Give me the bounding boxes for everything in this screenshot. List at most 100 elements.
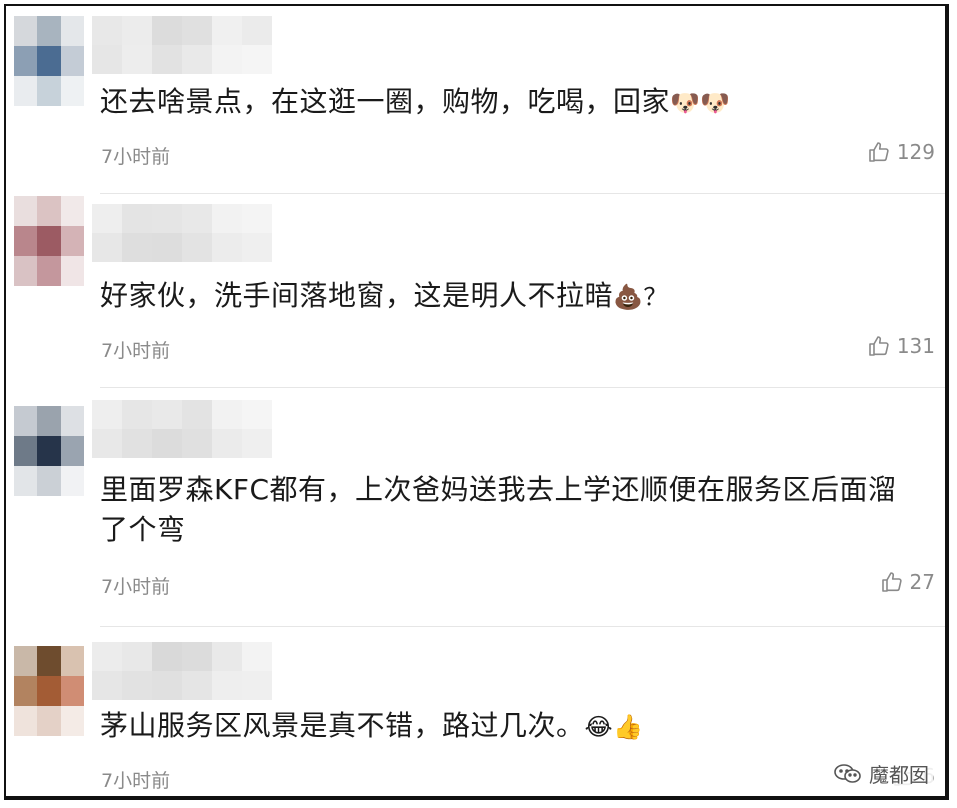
like-count: 129 (896, 140, 935, 164)
username-pixel (242, 16, 272, 45)
username-pixel (122, 400, 152, 429)
avatar-pixel (37, 16, 61, 46)
avatar-pixel (14, 46, 38, 76)
username-pixel (152, 233, 182, 262)
username-pixel (242, 400, 272, 429)
username-pixel (212, 233, 242, 262)
username-pixel (92, 400, 122, 429)
username-pixel (92, 204, 122, 233)
avatar-pixel (37, 46, 61, 76)
avatar-pixel (60, 46, 84, 76)
avatar[interactable] (14, 406, 84, 496)
username-pixel (152, 671, 182, 700)
emoji-laugh-thumbs-icon: 😂👍 (584, 713, 644, 741)
emoji-poop-icon: 💩？ (613, 283, 668, 311)
username-blurred[interactable] (92, 16, 272, 74)
username-pixel (92, 429, 122, 458)
thumbs-up-icon (881, 572, 902, 592)
username-blurred[interactable] (92, 642, 272, 700)
avatar-pixel (14, 436, 38, 466)
comment-text: 好家伙，洗手间落地窗，这是明人不拉暗💩？ (100, 276, 925, 317)
username-pixel (92, 16, 122, 45)
wechat-icon (834, 763, 861, 783)
avatar-pixel (14, 466, 38, 496)
username-pixel (212, 429, 242, 458)
like-button[interactable]: 131 (867, 334, 935, 358)
username-pixel (122, 642, 152, 671)
avatar-pixel (37, 256, 61, 286)
username-pixel (182, 45, 212, 74)
avatar-pixel (37, 226, 61, 256)
avatar[interactable] (14, 16, 84, 106)
username-pixel (242, 233, 272, 262)
emoji-doge-icon: 🐶🐶 (670, 89, 731, 117)
comment-text-body: 好家伙，洗手间落地窗，这是明人不拉暗 (100, 279, 614, 312)
username-pixel (92, 671, 122, 700)
comment-timestamp: 7小时前 (101, 340, 171, 362)
avatar-pixel (37, 646, 61, 676)
avatar-pixel (60, 466, 84, 496)
avatar-pixel (37, 76, 61, 106)
avatar[interactable] (14, 646, 84, 736)
avatar-pixel (60, 76, 84, 106)
username-pixel (182, 233, 212, 262)
avatar-pixel (14, 706, 38, 736)
watermark-text: 魔都囡 (869, 763, 929, 787)
username-pixel (182, 204, 212, 233)
username-pixel (122, 429, 152, 458)
comment-text-body: 还去啥景点，在这逛一圈，购物，吃喝，回家 (100, 85, 671, 118)
comment-text: 茅山服务区风景是真不错，路过几次。😂👍 (100, 706, 925, 747)
avatar-pixel (37, 196, 61, 226)
username-pixel (152, 429, 182, 458)
username-pixel (92, 642, 122, 671)
avatar-pixel (60, 676, 84, 706)
username-pixel (182, 642, 212, 671)
username-pixel (182, 16, 212, 45)
avatar-pixel (37, 706, 61, 736)
comment-text: 还去啥景点，在这逛一圈，购物，吃喝，回家🐶🐶 (100, 82, 925, 123)
avatar-pixel (14, 16, 38, 46)
avatar-pixel (60, 256, 84, 286)
username-pixel (242, 204, 272, 233)
divider (100, 193, 945, 194)
avatar-pixel (60, 406, 84, 436)
username-pixel (212, 400, 242, 429)
username-pixel (152, 16, 182, 45)
divider (100, 387, 945, 388)
divider (100, 626, 945, 627)
comment-timestamp: 7小时前 (101, 576, 171, 598)
username-pixel (212, 671, 242, 700)
avatar-pixel (14, 406, 38, 436)
avatar-pixel (14, 676, 38, 706)
avatar-pixel (14, 226, 38, 256)
username-pixel (242, 429, 272, 458)
avatar-pixel (14, 196, 38, 226)
avatar-pixel (37, 436, 61, 466)
avatar-pixel (14, 76, 38, 106)
username-pixel (212, 204, 242, 233)
comment-timestamp: 7小时前 (101, 770, 171, 792)
avatar-pixel (60, 196, 84, 226)
like-button[interactable]: 129 (867, 140, 935, 164)
username-pixel (242, 671, 272, 700)
avatar-pixel (60, 16, 84, 46)
comment-list: 还去啥景点，在这逛一圈，购物，吃喝，回家🐶🐶 7小时前 129 好家伙，洗手间落… (4, 4, 949, 800)
avatar-pixel (60, 646, 84, 676)
username-pixel (182, 429, 212, 458)
avatar-pixel (60, 226, 84, 256)
like-button[interactable]: 27 (880, 570, 935, 594)
username-pixel (182, 400, 212, 429)
username-pixel (152, 400, 182, 429)
username-pixel (242, 642, 272, 671)
avatar-pixel (14, 256, 38, 286)
username-pixel (122, 16, 152, 45)
username-pixel (152, 204, 182, 233)
username-pixel (92, 233, 122, 262)
avatar[interactable] (14, 196, 84, 286)
username-blurred[interactable] (92, 204, 272, 262)
thumbs-up-icon (869, 336, 889, 356)
comment-text-body: 茅山服务区风景是真不错，路过几次。 (100, 709, 585, 742)
comment-timestamp: 7小时前 (101, 146, 171, 168)
comment-text: 里面罗森KFC都有，上次爸妈送我去上学还顺便在服务区后面溜了个弯 (100, 470, 925, 550)
username-blurred[interactable] (92, 400, 272, 458)
